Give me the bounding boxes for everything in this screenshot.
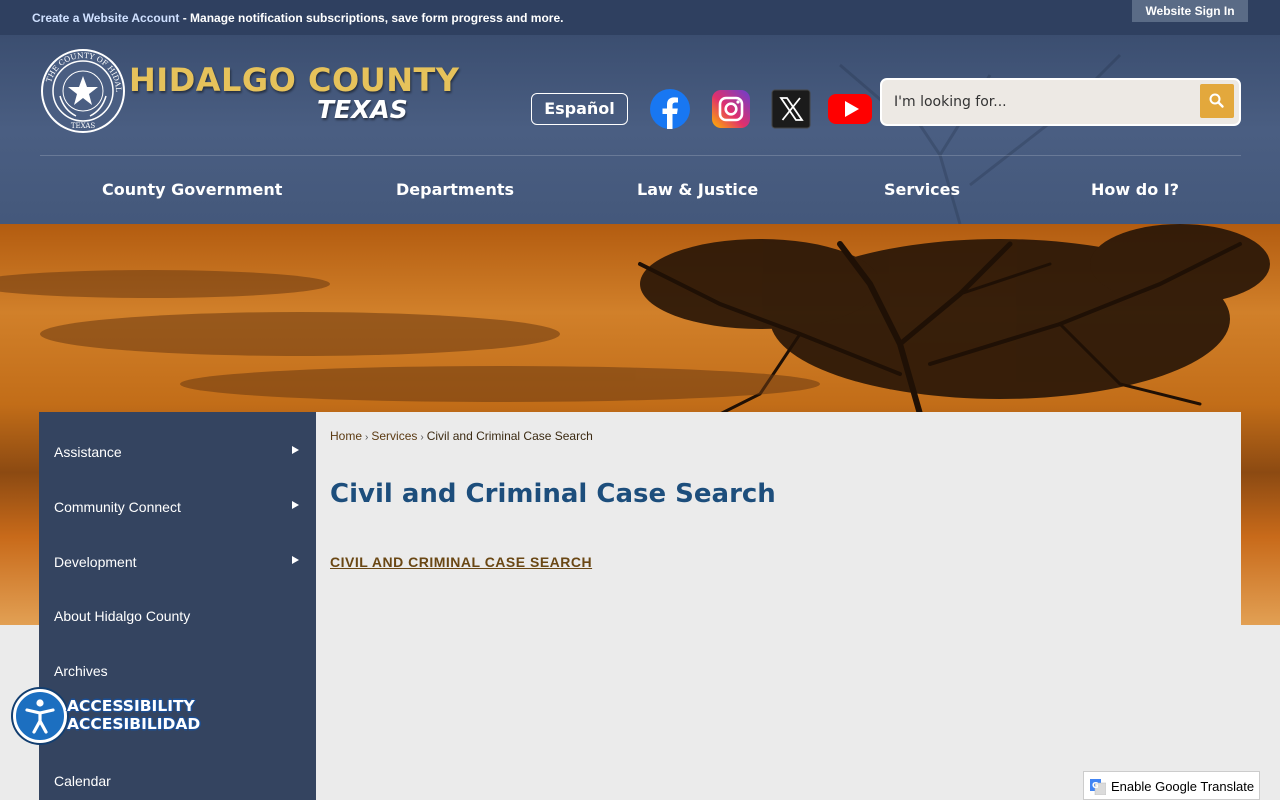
breadcrumb-separator: › xyxy=(420,432,424,443)
google-translate-label: Enable Google Translate xyxy=(1111,779,1255,794)
submenu-arrow-icon xyxy=(292,446,299,454)
submenu-arrow-icon xyxy=(292,556,299,564)
website-sign-in-button[interactable]: Website Sign In xyxy=(1132,0,1248,22)
brand-name[interactable]: HIDALGO COUNTY xyxy=(129,61,459,99)
accessibility-label-en: ACCESSIBILITY xyxy=(67,697,195,715)
nav-how-do-i[interactable]: How do I? xyxy=(1091,180,1179,199)
nav-services[interactable]: Services xyxy=(884,180,960,199)
sidebar-item-about-hidalgo-county[interactable]: About Hidalgo County xyxy=(39,596,316,636)
sidebar-item-label: Calendar xyxy=(54,773,111,789)
sidebar-item-label: Archives xyxy=(54,663,108,679)
breadcrumb-services[interactable]: Services xyxy=(371,429,417,443)
sidebar-item-label: Development xyxy=(54,554,137,570)
svg-text:G: G xyxy=(1092,781,1099,790)
sidebar-item-community-connect[interactable]: Community Connect xyxy=(39,487,316,527)
svg-text:TEXAS: TEXAS xyxy=(71,122,96,130)
google-translate-button[interactable]: G Enable Google Translate xyxy=(1083,771,1260,800)
case-search-link[interactable]: CIVIL AND CRIMINAL CASE SEARCH xyxy=(330,554,592,570)
create-account-link[interactable]: Create a Website Account xyxy=(32,11,179,25)
nav-departments[interactable]: Departments xyxy=(396,180,514,199)
nav-law-justice[interactable]: Law & Justice xyxy=(637,180,758,199)
sidebar-item-label: Community Connect xyxy=(54,499,181,515)
sidebar-item-assistance[interactable]: Assistance xyxy=(39,432,316,472)
accessibility-button[interactable]: ACCESSIBILITY ACCESIBILIDAD xyxy=(13,689,200,743)
account-notice: Create a Website Account - Manage notifi… xyxy=(32,11,563,25)
sidebar-item-calendar[interactable]: Calendar xyxy=(39,761,316,800)
main-content: Home › Services › Civil and Criminal Case Se… xyxy=(316,412,1241,800)
accessibility-label-es: ACCESIBILIDAD xyxy=(67,715,201,733)
google-translate-icon: G xyxy=(1090,779,1106,795)
breadcrumb: Home › Services › Civil and Criminal Case Se… xyxy=(330,429,593,443)
breadcrumb-separator: › xyxy=(365,432,369,443)
youtube-icon[interactable] xyxy=(828,89,872,129)
sidebar-item-label: About Hidalgo County xyxy=(54,608,191,624)
site-header: THE COUNTY OF HIDALGO TEXAS HIDALGO COUN… xyxy=(0,35,1280,224)
sidebar-item-label: Assistance xyxy=(54,444,122,460)
county-seal-logo[interactable]: THE COUNTY OF HIDALGO TEXAS xyxy=(40,48,126,134)
espanol-button[interactable]: Español xyxy=(531,93,628,125)
brand-state: TEXAS xyxy=(317,95,408,124)
search-input[interactable] xyxy=(894,89,1194,115)
top-bar: Create a Website Account - Manage notifi… xyxy=(0,0,1280,35)
sidebar-item-archives[interactable]: Archives xyxy=(39,651,316,691)
x-icon[interactable] xyxy=(771,89,811,129)
instagram-icon[interactable] xyxy=(711,89,751,129)
search-button[interactable] xyxy=(1200,84,1234,118)
sidebar-item-development[interactable]: Development xyxy=(39,542,316,582)
site-search xyxy=(880,78,1241,126)
breadcrumb-home[interactable]: Home xyxy=(330,429,362,443)
facebook-icon[interactable] xyxy=(650,89,690,129)
search-icon xyxy=(1209,93,1224,108)
page-title: Civil and Criminal Case Search xyxy=(330,479,776,509)
header-divider xyxy=(40,155,1241,156)
breadcrumb-current: Civil and Criminal Case Search xyxy=(426,429,593,443)
submenu-arrow-icon xyxy=(292,501,299,509)
accessibility-icon xyxy=(13,689,67,743)
account-description: - Manage notification subscriptions, sav… xyxy=(179,11,564,25)
nav-county-government[interactable]: County Government xyxy=(102,180,282,199)
